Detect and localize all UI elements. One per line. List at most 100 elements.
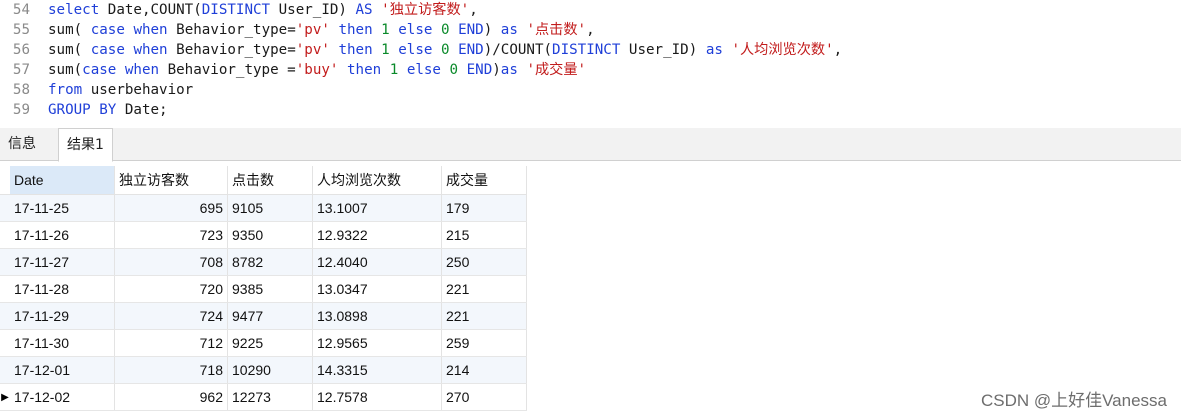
table-row[interactable]: 17-11-29 724 9477 13.0898 221 (0, 302, 527, 330)
column-header-date[interactable]: Date (10, 166, 115, 195)
tab-result1[interactable]: 结果1 (58, 128, 113, 162)
code-token: GROUP BY (48, 102, 117, 118)
table-cell[interactable]: 259 (441, 329, 527, 357)
table-cell[interactable]: 724 (114, 302, 228, 330)
table-cell[interactable]: 720 (114, 275, 228, 303)
column-header-avg-views[interactable]: 人均浏览次数 (312, 166, 442, 195)
code-token: , (586, 22, 595, 38)
row-marker (0, 248, 10, 276)
table-cell[interactable]: 17-12-01 (10, 356, 115, 384)
code-token: DISTINCT (552, 42, 621, 58)
table-cell[interactable]: 12.7578 (312, 383, 442, 411)
code-token: when (124, 62, 160, 78)
code-token: '独立访客数' (381, 2, 470, 18)
table-cell[interactable]: 17-11-29 (10, 302, 115, 330)
code-token: when (133, 22, 168, 38)
table-cell[interactable]: 712 (114, 329, 228, 357)
result-table: Date 独立访客数 点击数 人均浏览次数 成交量 17-11-25 695 910… (0, 166, 527, 411)
code-token: END (458, 42, 484, 58)
table-cell[interactable]: 13.1007 (312, 194, 442, 222)
code-line[interactable]: 54 select Date,COUNT(DISTINCT User_ID) AS… (0, 0, 1181, 20)
table-cell[interactable]: 221 (441, 302, 527, 330)
table-row[interactable]: 17-11-27 708 8782 12.4040 250 (0, 248, 527, 276)
table-cell[interactable]: 270 (441, 383, 527, 411)
code-token: from (48, 82, 83, 98)
table-cell[interactable]: 718 (114, 356, 228, 384)
table-cell[interactable]: 17-12-02 (10, 383, 115, 411)
table-cell[interactable]: 12.9322 (312, 221, 442, 249)
code-line[interactable]: 57 sum(case when Behavior_type ='buy' the… (0, 60, 1181, 80)
table-cell[interactable]: 695 (114, 194, 228, 222)
table-cell[interactable]: 9385 (227, 275, 313, 303)
table-cell[interactable]: 9350 (227, 221, 313, 249)
row-marker-header (0, 166, 10, 195)
table-row[interactable]: ▶ 17-12-02 962 12273 12.7578 270 (0, 383, 527, 411)
table-cell[interactable]: 17-11-25 (10, 194, 115, 222)
table-cell[interactable]: 723 (114, 221, 228, 249)
table-cell[interactable]: 9225 (227, 329, 313, 357)
row-marker (0, 356, 10, 384)
table-cell[interactable]: 12273 (227, 383, 313, 411)
code-token: then (338, 42, 373, 58)
code-line[interactable]: 56 sum( case when Behavior_type='pv' then… (0, 40, 1181, 60)
code-token: 'pv' (295, 22, 330, 38)
code-line[interactable]: 55 sum( case when Behavior_type='pv' then… (0, 20, 1181, 40)
column-header-volume[interactable]: 成交量 (441, 166, 527, 195)
result-tabs: 信息 结果1 (0, 128, 1181, 162)
table-cell[interactable]: 179 (441, 194, 527, 222)
code-token: END (466, 62, 493, 78)
table-cell[interactable]: 9477 (227, 302, 313, 330)
table-cell[interactable]: 221 (441, 275, 527, 303)
code-token: User_ID) (270, 2, 356, 18)
code-token: case (90, 22, 125, 38)
table-row[interactable]: 17-11-30 712 9225 12.9565 259 (0, 329, 527, 357)
table-cell[interactable]: 17-11-30 (10, 329, 115, 357)
table-cell[interactable]: 13.0898 (312, 302, 442, 330)
code-token: 'pv' (295, 42, 330, 58)
table-cell[interactable]: 215 (441, 221, 527, 249)
sql-editor[interactable]: 54 select Date,COUNT(DISTINCT User_ID) AS… (0, 0, 1181, 122)
code-token: Behavior_type= (167, 22, 296, 38)
table-cell[interactable]: 12.4040 (312, 248, 442, 276)
code-token: 1 (381, 22, 390, 38)
table-cell[interactable]: 214 (441, 356, 527, 384)
table-cell[interactable]: 13.0347 (312, 275, 442, 303)
table-cell[interactable]: 12.9565 (312, 329, 442, 357)
tab-info[interactable]: 信息 (0, 128, 44, 160)
code-token: '点击数' (526, 22, 587, 38)
table-row[interactable]: 17-12-01 718 10290 14.3315 214 (0, 356, 527, 384)
table-cell[interactable]: 962 (114, 383, 228, 411)
code-token: AS (355, 2, 373, 18)
code-token: ) (492, 62, 501, 78)
code-token: Behavior_type = (159, 62, 296, 78)
table-row[interactable]: 17-11-25 695 9105 13.1007 179 (0, 194, 527, 222)
table-cell[interactable]: 17-11-27 (10, 248, 115, 276)
table-row[interactable]: 17-11-28 720 9385 13.0347 221 (0, 275, 527, 303)
table-cell[interactable]: 17-11-28 (10, 275, 115, 303)
header-row: Date 独立访客数 点击数 人均浏览次数 成交量 (0, 166, 527, 195)
table-cell[interactable]: 708 (114, 248, 228, 276)
table-cell[interactable]: 8782 (227, 248, 313, 276)
code-token: select (48, 2, 100, 18)
code-token: , (469, 2, 478, 18)
column-header-clicks[interactable]: 点击数 (227, 166, 313, 195)
table-cell[interactable]: 9105 (227, 194, 313, 222)
table-cell[interactable]: 10290 (227, 356, 313, 384)
code-line[interactable]: 58 from userbehavior (0, 80, 1181, 100)
table-cell[interactable]: 14.3315 (312, 356, 442, 384)
row-marker (0, 329, 10, 357)
row-marker: ▶ (0, 383, 10, 411)
code-line[interactable]: 59 GROUP BY Date; (0, 100, 1181, 120)
table-cell[interactable]: 250 (441, 248, 527, 276)
table-row[interactable]: 17-11-26 723 9350 12.9322 215 (0, 221, 527, 249)
column-header-visitors[interactable]: 独立访客数 (114, 166, 228, 195)
table-cell[interactable]: 17-11-26 (10, 221, 115, 249)
row-marker (0, 302, 10, 330)
